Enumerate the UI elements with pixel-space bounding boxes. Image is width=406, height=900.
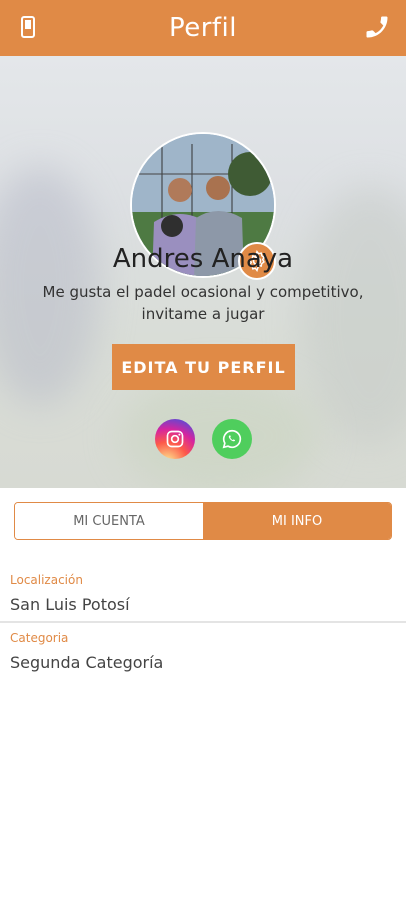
location-value: San Luis Potosí	[10, 595, 130, 614]
instagram-icon	[166, 430, 184, 448]
category-value: Segunda Categoría	[10, 653, 164, 672]
whatsapp-button[interactable]	[212, 419, 252, 459]
location-label: Localización	[10, 573, 83, 587]
phone-device-icon[interactable]	[16, 14, 40, 40]
divider	[0, 621, 406, 623]
profile-bio: Me gusta el padel ocasional y competitiv…	[42, 283, 364, 323]
profile-name: Andres Anaya	[112, 244, 294, 274]
tab-mi-cuenta[interactable]: MI CUENTA	[15, 503, 203, 539]
app-header: Perfil	[0, 0, 406, 56]
page-title: Perfil	[168, 13, 238, 43]
phone-handset-icon[interactable]	[362, 12, 392, 42]
edit-profile-button[interactable]: EDITA TU PERFIL	[112, 344, 295, 390]
profile-tabs: MI CUENTA MI INFO	[14, 502, 392, 540]
profile-hero: Andres Anaya Me gusta el padel ocasional…	[0, 56, 406, 488]
tab-mi-info[interactable]: MI INFO	[203, 503, 391, 539]
instagram-button[interactable]	[155, 419, 195, 459]
category-label: Categoria	[10, 631, 69, 645]
whatsapp-icon	[222, 429, 242, 449]
